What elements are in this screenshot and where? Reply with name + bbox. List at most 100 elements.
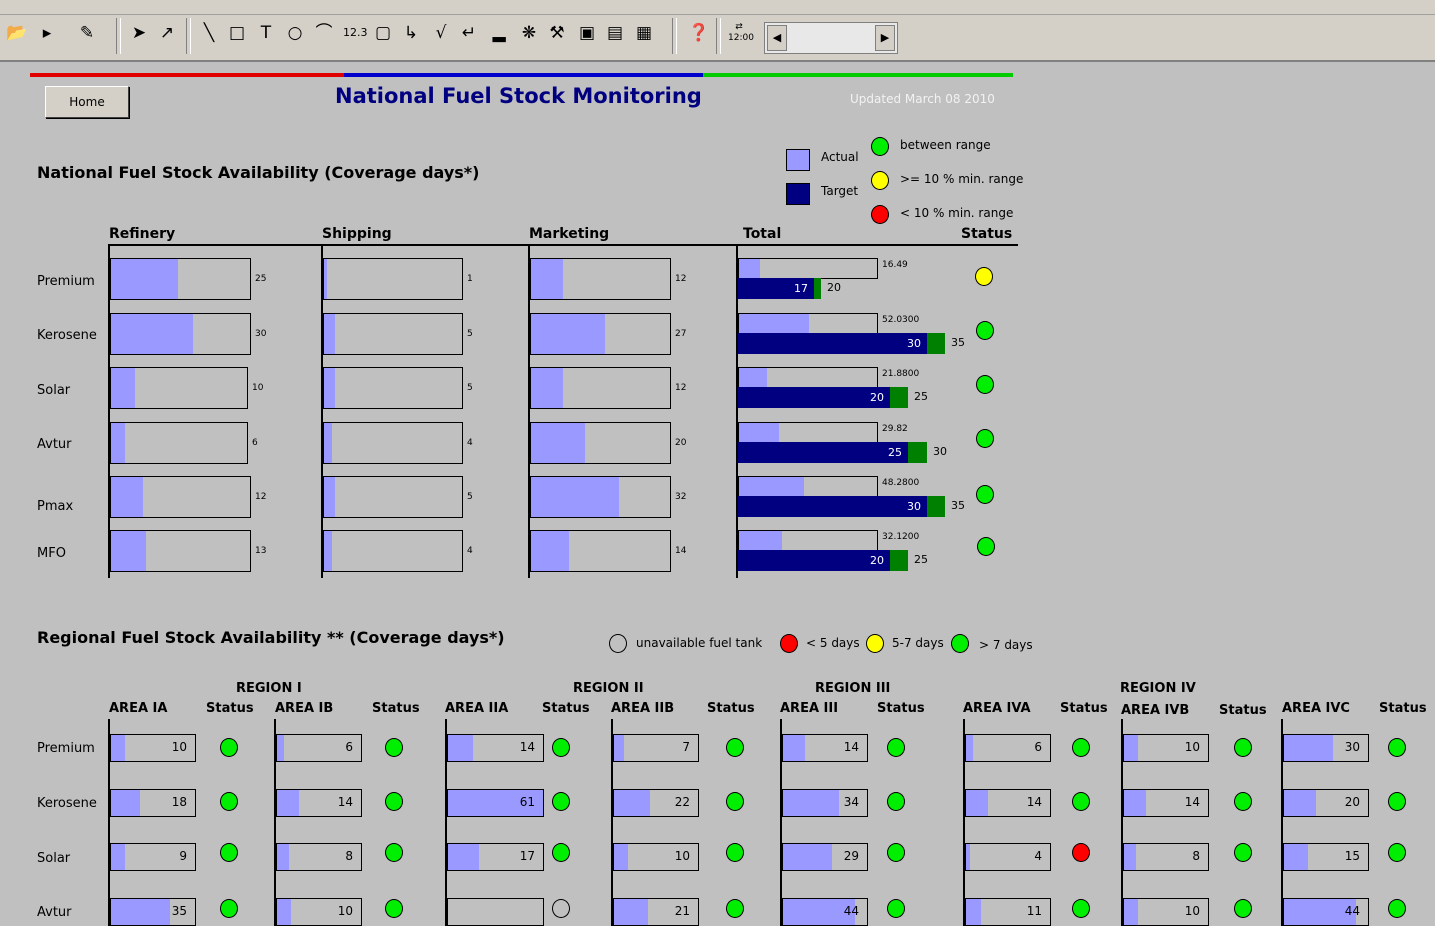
shipping-bar-fill	[324, 314, 335, 354]
area-bar-fill	[783, 790, 839, 816]
target-bar: 30	[738, 496, 927, 517]
bar-chart-icon[interactable]: ▂	[488, 22, 510, 44]
area-value: 44	[1344, 904, 1360, 918]
row-label: MFO	[37, 546, 66, 561]
marketing-bar	[530, 476, 671, 518]
area-value: 18	[171, 795, 187, 809]
area-bar-fill	[277, 844, 289, 870]
legend-actual-label: Actual	[821, 150, 859, 164]
area-value: 10	[1184, 740, 1200, 754]
area-value: 20	[1344, 795, 1360, 809]
arc-icon[interactable]: ⌒	[313, 22, 335, 44]
area-bar: 21	[613, 898, 699, 926]
refinery-bar	[110, 422, 248, 464]
area-status-dot	[552, 738, 570, 757]
header-rule-blue	[344, 73, 703, 77]
area-status-dot	[220, 792, 238, 811]
area-status-dot	[1234, 843, 1252, 862]
target-value: 20	[870, 391, 884, 404]
zoom-scrollbar[interactable]: ◀ ▶	[764, 22, 898, 54]
target-bar: 30	[738, 333, 927, 354]
area-status-dot	[887, 843, 905, 862]
area-bar: 22	[613, 789, 699, 817]
shipping-value: 5	[467, 492, 473, 502]
edit-chart-icon[interactable]: ✎	[76, 22, 98, 44]
scroll-right-button[interactable]: ▶	[875, 25, 895, 51]
row-label: Premium	[37, 274, 95, 289]
total-actual-value: 21.8800	[882, 369, 920, 379]
round-rect-icon[interactable]: ▢	[372, 22, 394, 44]
area-status-dot	[726, 738, 744, 757]
home-button[interactable]: Home	[45, 86, 129, 118]
clock-icon[interactable]: ⇄ 12:00	[728, 22, 754, 44]
target-bar: 25	[738, 442, 908, 463]
shipping-bar-fill	[324, 423, 332, 463]
trend-icon[interactable]: √	[430, 22, 452, 44]
marketing-value: 12	[675, 383, 687, 393]
area-header: AREA IVA	[963, 701, 1031, 716]
picture-icon[interactable]: ▣	[576, 22, 598, 44]
menu-strip	[0, 0, 1435, 15]
area-bar-fill	[1284, 844, 1308, 870]
area-value: 9	[179, 849, 187, 863]
region-2-header: REGION II	[573, 681, 644, 696]
area-status-dot	[385, 899, 403, 918]
report-icon[interactable]: ▤	[604, 22, 626, 44]
text-icon[interactable]: T	[255, 22, 277, 44]
marketing-bar	[530, 313, 671, 355]
refinery-bar-fill	[111, 314, 193, 354]
area-value: 8	[345, 849, 353, 863]
number-icon[interactable]: 12.3	[343, 22, 368, 44]
legend-between-label: between range	[900, 138, 991, 152]
shipping-value: 4	[467, 438, 473, 448]
area-bar-fill	[277, 790, 299, 816]
pointer-icon[interactable]: ➤	[128, 22, 150, 44]
area-bar-fill	[1124, 735, 1138, 761]
toolbar-separator	[186, 18, 191, 54]
refinery-bar	[110, 476, 251, 518]
grid-icon[interactable]: ▦	[633, 22, 655, 44]
refinery-bar	[110, 258, 251, 300]
area-status-dot	[1072, 738, 1090, 757]
scroll-left-button[interactable]: ◀	[767, 25, 787, 51]
refinery-value: 6	[252, 438, 258, 448]
col-refinery: Refinery	[109, 226, 176, 242]
pen-icon[interactable]: ↗	[156, 22, 178, 44]
legend-lt5-label: < 5 days	[806, 636, 860, 650]
legend-target-label: Target	[821, 184, 859, 198]
toolbar-separator	[716, 18, 721, 54]
legend-green-dot	[871, 137, 889, 156]
area-bar-fill	[614, 899, 648, 925]
target-value: 30	[907, 337, 921, 350]
area-bar-fill	[1124, 899, 1138, 925]
legend-ge10-label: >= 10 % min. range	[900, 172, 1024, 186]
max-value: 25	[914, 390, 928, 403]
shipping-value: 5	[467, 329, 473, 339]
help-icon[interactable]: ❓	[688, 22, 710, 44]
status-dot	[976, 429, 994, 448]
shipping-bar	[323, 367, 463, 409]
area-value: 44	[843, 904, 859, 918]
legend-57-label: 5-7 days	[892, 636, 944, 650]
refinery-value: 13	[255, 546, 267, 556]
legend-yellow-dot	[871, 171, 889, 190]
total-actual-value: 16.49	[882, 260, 908, 270]
connector-icon[interactable]: ↳	[400, 22, 422, 44]
area-header: AREA III	[780, 701, 839, 716]
refinery-bar	[110, 313, 251, 355]
refinery-bar-fill	[111, 259, 178, 299]
open-icon[interactable]: 📂	[6, 22, 28, 44]
area-value: 22	[674, 795, 690, 809]
rectangle-icon[interactable]: □	[226, 22, 248, 44]
ellipse-icon[interactable]: ○	[284, 22, 306, 44]
play-icon[interactable]: ▸	[36, 22, 58, 44]
line-icon[interactable]: ╲	[198, 22, 220, 44]
total-actual-fill	[739, 531, 782, 550]
area-bar: 6	[276, 734, 362, 762]
toolbar-separator	[672, 18, 677, 54]
tools-icon[interactable]: ⚒	[546, 22, 568, 44]
refinery-value: 30	[255, 329, 267, 339]
step-icon[interactable]: ↵	[458, 22, 480, 44]
status-header: Status	[1060, 701, 1108, 716]
wizard-icon[interactable]: ❋	[518, 22, 540, 44]
